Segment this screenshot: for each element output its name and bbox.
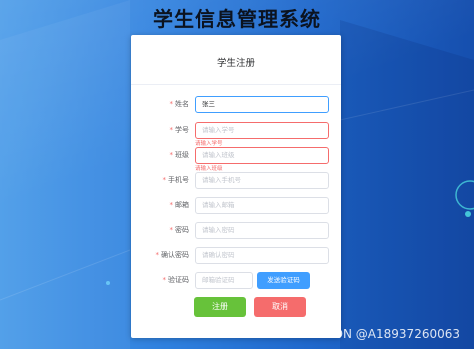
- phone-input[interactable]: 请输入手机号: [195, 172, 329, 189]
- card-title: 学生注册: [216, 58, 255, 69]
- card-header: 学生注册: [131, 35, 341, 85]
- watermark: CSDN @A18937260063: [317, 327, 460, 341]
- form-row-student-id: * 学号 请输入学号 请输入学号: [131, 122, 341, 147]
- student-id-input[interactable]: 请输入学号: [195, 122, 329, 139]
- class-label: * 班级: [169, 151, 190, 159]
- cancel-button[interactable]: 取消: [254, 297, 306, 317]
- email-label: * 邮箱: [169, 201, 190, 209]
- form-row-email: * 邮箱 请输入邮箱: [131, 197, 341, 214]
- form-row-verify-code: * 验证码 邮箱验证码 发送验证码: [131, 272, 341, 289]
- form-row-phone: * 手机号 请输入手机号: [131, 172, 341, 189]
- class-error: 请输入班级: [195, 166, 223, 172]
- email-input[interactable]: 请输入邮箱: [195, 197, 329, 214]
- form-row-name: * 姓名 张三: [131, 96, 341, 113]
- verify-code-input[interactable]: 邮箱验证码: [195, 272, 253, 289]
- password-input[interactable]: 请输入密码: [195, 222, 329, 239]
- send-code-button[interactable]: 发送验证码: [257, 272, 310, 289]
- form-row-class: * 班级 请输入班级 请输入班级: [131, 147, 341, 172]
- confirm-password-label: * 确认密码: [155, 251, 190, 259]
- confirm-password-input[interactable]: 请确认密码: [195, 247, 329, 264]
- name-input[interactable]: 张三: [195, 96, 329, 113]
- class-input[interactable]: 请输入班级: [195, 147, 329, 164]
- name-label: * 姓名: [169, 100, 190, 108]
- app-title: 学生信息管理系统: [153, 7, 321, 31]
- phone-label: * 手机号: [162, 176, 190, 184]
- password-label: * 密码: [169, 226, 190, 234]
- form-row-confirm-password: * 确认密码 请确认密码: [131, 247, 341, 264]
- student-id-error: 请输入学号: [195, 141, 223, 147]
- form-row-password: * 密码 请输入密码: [131, 222, 341, 239]
- student-id-label: * 学号: [169, 126, 190, 134]
- registration-card: 学生注册 * 姓名 张三 * 学号 请输入学号 请输入学号 * 班级 请输入班级 请输…: [131, 35, 341, 338]
- verify-code-label: * 验证码: [162, 276, 190, 284]
- register-button[interactable]: 注册: [194, 297, 246, 317]
